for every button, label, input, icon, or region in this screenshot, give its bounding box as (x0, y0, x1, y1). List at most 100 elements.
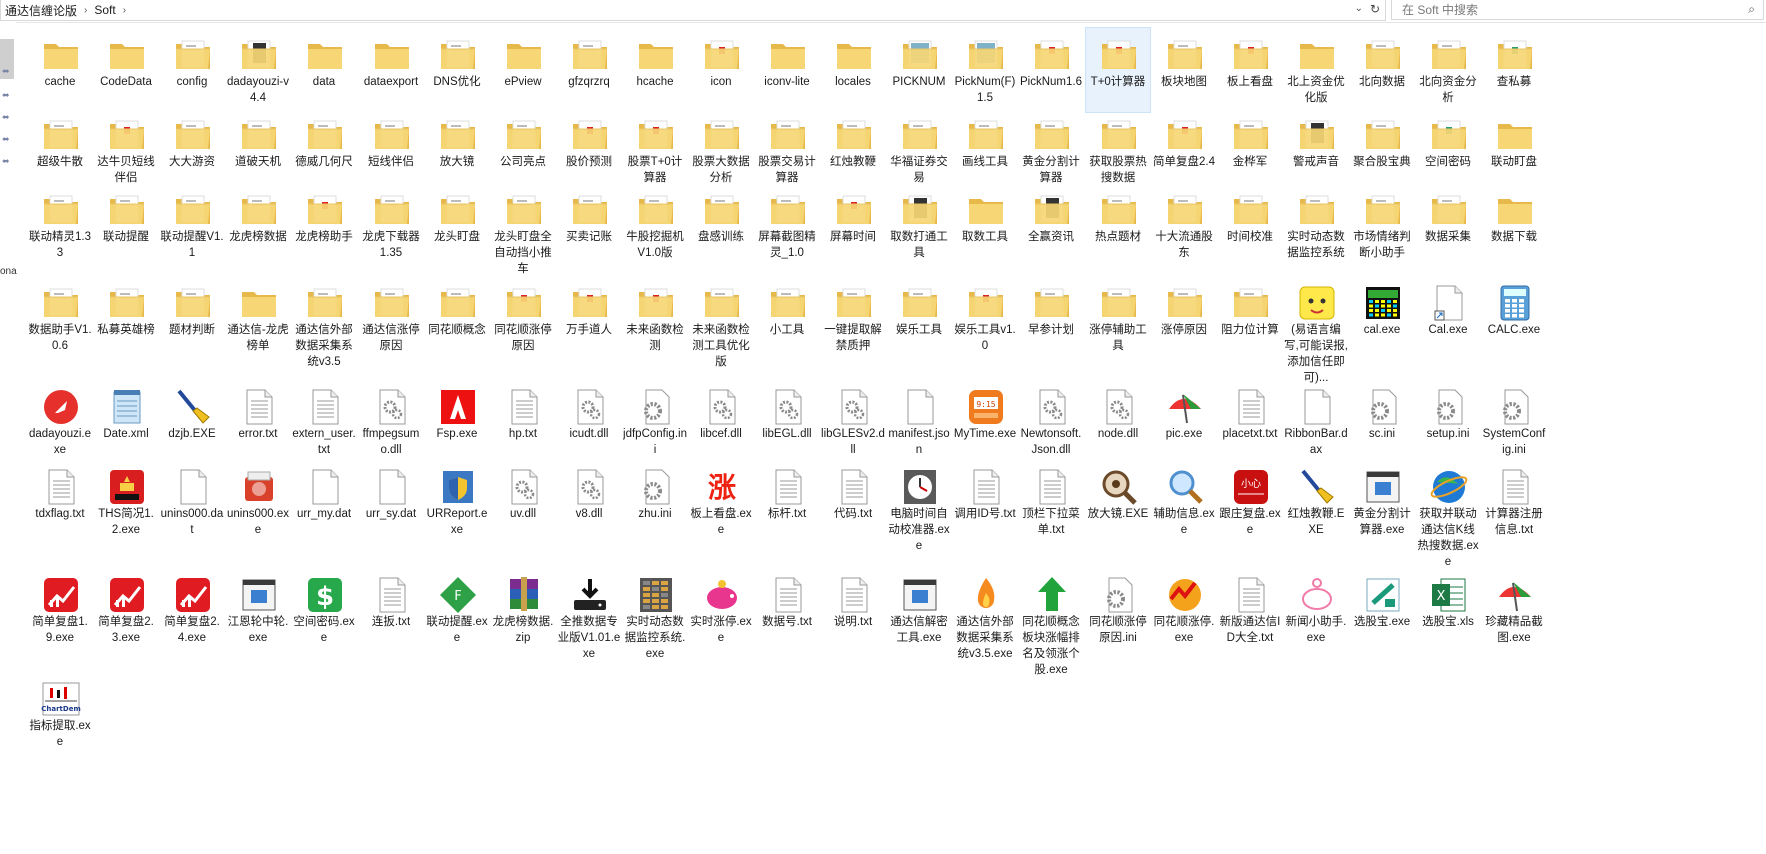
file-item[interactable]: 股票大数据分析 (689, 108, 753, 192)
file-item[interactable]: cache (28, 28, 92, 112)
file-item[interactable]: 黄金分割计算器.exe (1350, 460, 1414, 544)
file-item[interactable]: 小心 跟庄复盘.exe (1218, 460, 1282, 544)
file-item[interactable]: icudt.dll (557, 380, 621, 464)
file-item[interactable]: 通达信解密工具.exe (887, 568, 951, 652)
file-item[interactable]: 聚合股宝典 (1350, 108, 1414, 192)
file-item[interactable]: libGLESv2.dll (821, 380, 885, 464)
file-item[interactable]: 龙虎榜助手 (292, 183, 356, 267)
file-item[interactable]: 联动提醒V1.1 (160, 183, 224, 267)
file-item[interactable]: Cal.exe (1416, 276, 1480, 360)
pin-icon[interactable]: ⬌ (2, 156, 10, 167)
file-item[interactable]: dadayouzi-v4.4 (226, 28, 290, 112)
file-item[interactable]: 珍藏精品截图.exe (1482, 568, 1546, 652)
file-item[interactable]: 调用ID号.txt (953, 460, 1017, 544)
file-item[interactable]: 数据助手V1.0.6 (28, 276, 92, 360)
file-item[interactable]: dadayouzi.exe (28, 380, 92, 464)
file-item[interactable]: tdxflag.txt (28, 460, 92, 544)
file-item[interactable]: 查私募 (1482, 28, 1546, 112)
file-item[interactable]: Fsp.exe (425, 380, 489, 464)
file-item[interactable]: uv.dll (491, 460, 555, 544)
file-item[interactable]: 龙虎榜数据.zip (491, 568, 555, 652)
file-item[interactable]: 私募英雄榜 (94, 276, 158, 360)
file-item[interactable]: unins000.exe (226, 460, 290, 544)
file-item[interactable]: 新闻小助手.exe (1284, 568, 1348, 652)
file-item[interactable]: cal.exe (1350, 276, 1414, 360)
file-item[interactable]: 达牛贝短线伴侣 (94, 108, 158, 192)
file-item[interactable]: 板上看盘 (1218, 28, 1282, 112)
file-item[interactable]: 股票T+0计算器 (623, 108, 687, 192)
file-item[interactable]: 盘感训练 (689, 183, 753, 267)
file-item[interactable]: 同花顺涨停.exe (1152, 568, 1216, 652)
file-item[interactable]: 未来函数检测 (623, 276, 687, 360)
file-item[interactable]: 联动精灵1.33 (28, 183, 92, 267)
file-item[interactable]: 超级牛散 (28, 108, 92, 192)
file-item[interactable]: 获取股票热搜数据 (1086, 108, 1150, 192)
file-item[interactable]: 取数打通工具 (887, 183, 951, 267)
file-item[interactable]: 德威几何尺 (292, 108, 356, 192)
pin-icon[interactable]: ⬌ (2, 66, 10, 77)
file-item[interactable]: 娱乐工具v1.0 (953, 276, 1017, 360)
file-item[interactable]: 选股宝.exe (1350, 568, 1414, 652)
file-item[interactable]: 阻力位计算 (1218, 276, 1282, 360)
file-item[interactable]: 市场情绪判断小助手 (1350, 183, 1414, 267)
file-item[interactable]: 说明.txt (821, 568, 885, 652)
file-item[interactable]: 龙虎下载器1.35 (359, 183, 423, 267)
file-item[interactable]: Date.xml (94, 380, 158, 464)
file-item[interactable]: ePview (491, 28, 555, 112)
file-item[interactable]: 9:15 MyTime.exe (953, 380, 1017, 464)
file-item[interactable]: 早参计划 (1019, 276, 1083, 360)
file-item[interactable]: 大大游资 (160, 108, 224, 192)
file-item[interactable]: 北向数据 (1350, 28, 1414, 112)
file-item[interactable]: 金桦军 (1218, 108, 1282, 192)
file-item[interactable]: v8.dll (557, 460, 621, 544)
file-item[interactable]: 黄金分割计算器 (1019, 108, 1083, 192)
file-item[interactable]: 同花顺概念板块涨幅排名及领涨个股.exe (1019, 568, 1083, 676)
file-item[interactable]: 简单复盘2.4 (1152, 108, 1216, 192)
file-item[interactable]: 简单复盘2.4.exe (160, 568, 224, 652)
file-item[interactable]: 涨板上看盘.exe (689, 460, 753, 544)
file-item[interactable]: CALC.exe (1482, 276, 1546, 360)
file-item[interactable]: 公司亮点 (491, 108, 555, 192)
file-item[interactable]: 龙虎榜数据 (226, 183, 290, 267)
file-item[interactable]: libEGL.dll (755, 380, 819, 464)
file-item[interactable]: hcache (623, 28, 687, 112)
pin-icon[interactable]: ⬌ (2, 90, 10, 101)
file-item[interactable]: 未来函数检测工具优化版 (689, 276, 753, 368)
file-item[interactable]: RibbonBar.dax (1284, 380, 1348, 464)
file-item[interactable]: SystemConfig.ini (1482, 380, 1546, 464)
file-item[interactable]: 全赢资讯 (1019, 183, 1083, 267)
file-item[interactable]: iconv-lite (755, 28, 819, 112)
file-item[interactable]: THS简况1.2.exe (94, 460, 158, 544)
file-item[interactable]: PickNum(F) 1.5 (953, 28, 1017, 112)
file-item[interactable]: 顶栏下拉菜单.txt (1019, 460, 1083, 544)
file-item[interactable]: 一键提取解禁质押 (821, 276, 885, 360)
file-item[interactable]: Newtonsoft.Json.dll (1019, 380, 1083, 464)
file-item[interactable]: 短线伴侣 (359, 108, 423, 192)
file-item[interactable]: data (292, 28, 356, 112)
pin-icon[interactable]: ⬌ (2, 112, 10, 123)
file-item[interactable]: 空间密码 (1416, 108, 1480, 192)
file-item[interactable]: 屏幕截图精灵_1.0 (755, 183, 819, 267)
file-item[interactable]: (易语言编写,可能误报,添加信任即可)... (1284, 276, 1348, 384)
file-item[interactable]: F 联动提醒.exe (425, 568, 489, 652)
file-item[interactable]: 十大流通股东 (1152, 183, 1216, 267)
file-item[interactable]: URReport.exe (425, 460, 489, 544)
file-item[interactable]: libcef.dll (689, 380, 753, 464)
file-item[interactable]: PickNum1.6 (1019, 28, 1083, 112)
pin-icon[interactable]: ⬌ (2, 134, 10, 145)
file-item[interactable]: 华福证券交易 (887, 108, 951, 192)
file-item[interactable]: urr_my.dat (292, 460, 356, 544)
file-item[interactable]: 简单复盘2.3.exe (94, 568, 158, 652)
file-item[interactable]: 辅助信息.exe (1152, 460, 1216, 544)
file-item[interactable]: error.txt (226, 380, 290, 464)
file-item[interactable]: 通达信-龙虎榜单 (226, 276, 290, 360)
file-item[interactable]: 时间校准 (1218, 183, 1282, 267)
file-item[interactable]: 简单复盘1.9.exe (28, 568, 92, 652)
file-item[interactable]: 放大镜 (425, 108, 489, 192)
file-item[interactable]: ffmpegsumo.dll (359, 380, 423, 464)
file-item[interactable]: unins000.dat (160, 460, 224, 544)
file-item[interactable]: dzjb.EXE (160, 380, 224, 464)
file-item[interactable]: PICKNUM (887, 28, 951, 112)
file-item[interactable]: 实时动态数据监控系统 (1284, 183, 1348, 267)
file-item[interactable]: 涨停辅助工具 (1086, 276, 1150, 360)
